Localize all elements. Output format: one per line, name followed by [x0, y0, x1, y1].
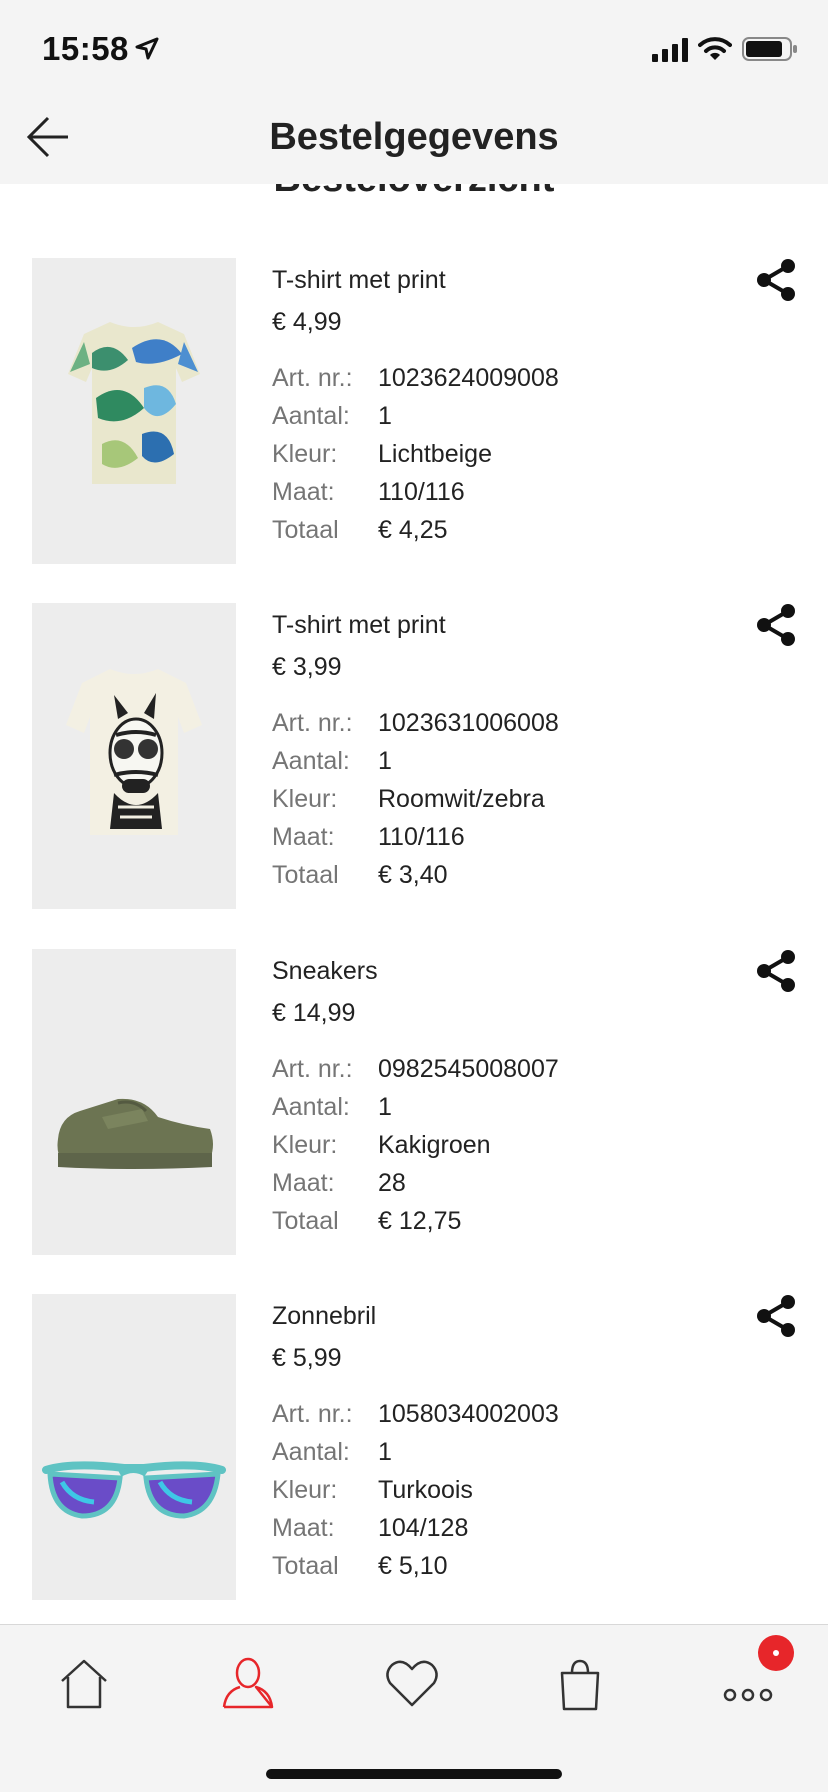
battery-icon: [742, 37, 797, 61]
product-details: Art. nr.: 1023624009008 Aantal: 1 Kleur: Li…: [272, 364, 559, 554]
value-aantal: 1: [378, 402, 392, 430]
label-kleur: Kleur:: [272, 785, 338, 813]
product-name[interactable]: T-shirt met print: [272, 266, 446, 295]
product-price: € 3,99: [272, 653, 342, 681]
label-maat: Maat:: [272, 823, 335, 851]
notification-badge: [758, 1635, 794, 1671]
share-icon[interactable]: [754, 949, 798, 993]
home-indicator: [266, 1769, 562, 1779]
value-aantal: 1: [378, 1438, 392, 1466]
product-price: € 4,99: [272, 308, 342, 336]
value-totaal: € 12,75: [378, 1207, 462, 1235]
product-image[interactable]: [32, 1294, 236, 1600]
header-bar: Bestelgegevens: [0, 92, 828, 184]
product-price: € 14,99: [272, 999, 356, 1027]
value-kleur: Turkoois: [378, 1476, 473, 1504]
share-icon[interactable]: [754, 1294, 798, 1338]
status-bar: 15:58: [0, 0, 828, 92]
location-arrow-icon: [135, 37, 159, 60]
heart-icon[interactable]: [382, 1653, 442, 1713]
value-totaal: € 3,40: [378, 861, 448, 889]
label-kleur: Kleur:: [272, 1131, 338, 1159]
product-price: € 5,99: [272, 1344, 342, 1372]
value-art-nr: 1023624009008: [378, 364, 559, 392]
value-maat: 28: [378, 1169, 406, 1197]
account-icon[interactable]: [218, 1653, 278, 1713]
order-item: Sneakers € 14,99 Art. nr.: 0982545008007 …: [0, 949, 828, 1255]
bottom-nav: [0, 1624, 828, 1792]
value-totaal: € 5,10: [378, 1552, 448, 1580]
value-kleur: Kakigroen: [378, 1131, 491, 1159]
label-totaal: Totaal: [272, 516, 339, 544]
value-aantal: 1: [378, 1093, 392, 1121]
product-details: Art. nr.: 0982545008007 Aantal: 1 Kleur: Ka…: [272, 1055, 559, 1245]
label-maat: Maat:: [272, 1169, 335, 1197]
label-maat: Maat:: [272, 1514, 335, 1542]
label-totaal: Totaal: [272, 1207, 339, 1235]
share-icon[interactable]: [754, 258, 798, 302]
label-art-nr: Art. nr.:: [272, 364, 353, 392]
value-aantal: 1: [378, 747, 392, 775]
shopping-bag-icon[interactable]: [550, 1653, 610, 1713]
order-item: Zonnebril € 5,99 Art. nr.: 1058034002003 …: [0, 1294, 828, 1600]
label-aantal: Aantal:: [272, 402, 350, 430]
value-kleur: Roomwit/zebra: [378, 785, 545, 813]
value-art-nr: 1058034002003: [378, 1400, 559, 1428]
value-totaal: € 4,25: [378, 516, 448, 544]
product-name[interactable]: Zonnebril: [272, 1302, 376, 1331]
label-totaal: Totaal: [272, 1552, 339, 1580]
product-details: Art. nr.: 1058034002003 Aantal: 1 Kleur: Tu…: [272, 1400, 559, 1590]
label-maat: Maat:: [272, 478, 335, 506]
label-art-nr: Art. nr.:: [272, 1400, 353, 1428]
wifi-icon: [698, 37, 732, 60]
label-art-nr: Art. nr.:: [272, 1055, 353, 1083]
value-art-nr: 1023631006008: [378, 709, 559, 737]
product-details: Art. nr.: 1023631006008 Aantal: 1 Kleur: Ro…: [272, 709, 559, 899]
product-image[interactable]: [32, 258, 236, 564]
label-art-nr: Art. nr.:: [272, 709, 353, 737]
product-image[interactable]: [32, 603, 236, 909]
order-item: T-shirt met print € 3,99 Art. nr.: 102363…: [0, 603, 828, 909]
product-name[interactable]: T-shirt met print: [272, 611, 446, 640]
product-name[interactable]: Sneakers: [272, 957, 378, 986]
value-maat: 110/116: [378, 478, 465, 506]
home-icon[interactable]: [54, 1653, 114, 1713]
label-kleur: Kleur:: [272, 440, 338, 468]
page-title: Bestelgegevens: [269, 116, 559, 158]
label-aantal: Aantal:: [272, 1093, 350, 1121]
label-kleur: Kleur:: [272, 1476, 338, 1504]
order-item: T-shirt met print € 4,99 Art. nr.: 102362…: [0, 258, 828, 564]
status-time: 15:58: [42, 30, 129, 67]
label-aantal: Aantal:: [272, 747, 350, 775]
value-maat: 110/116: [378, 823, 465, 851]
value-art-nr: 0982545008007: [378, 1055, 559, 1083]
cellular-signal-icon: [652, 38, 688, 62]
value-kleur: Lichtbeige: [378, 440, 492, 468]
value-maat: 104/128: [378, 1514, 469, 1542]
product-image[interactable]: [32, 949, 236, 1255]
label-totaal: Totaal: [272, 861, 339, 889]
share-icon[interactable]: [754, 603, 798, 647]
label-aantal: Aantal:: [272, 1438, 350, 1466]
